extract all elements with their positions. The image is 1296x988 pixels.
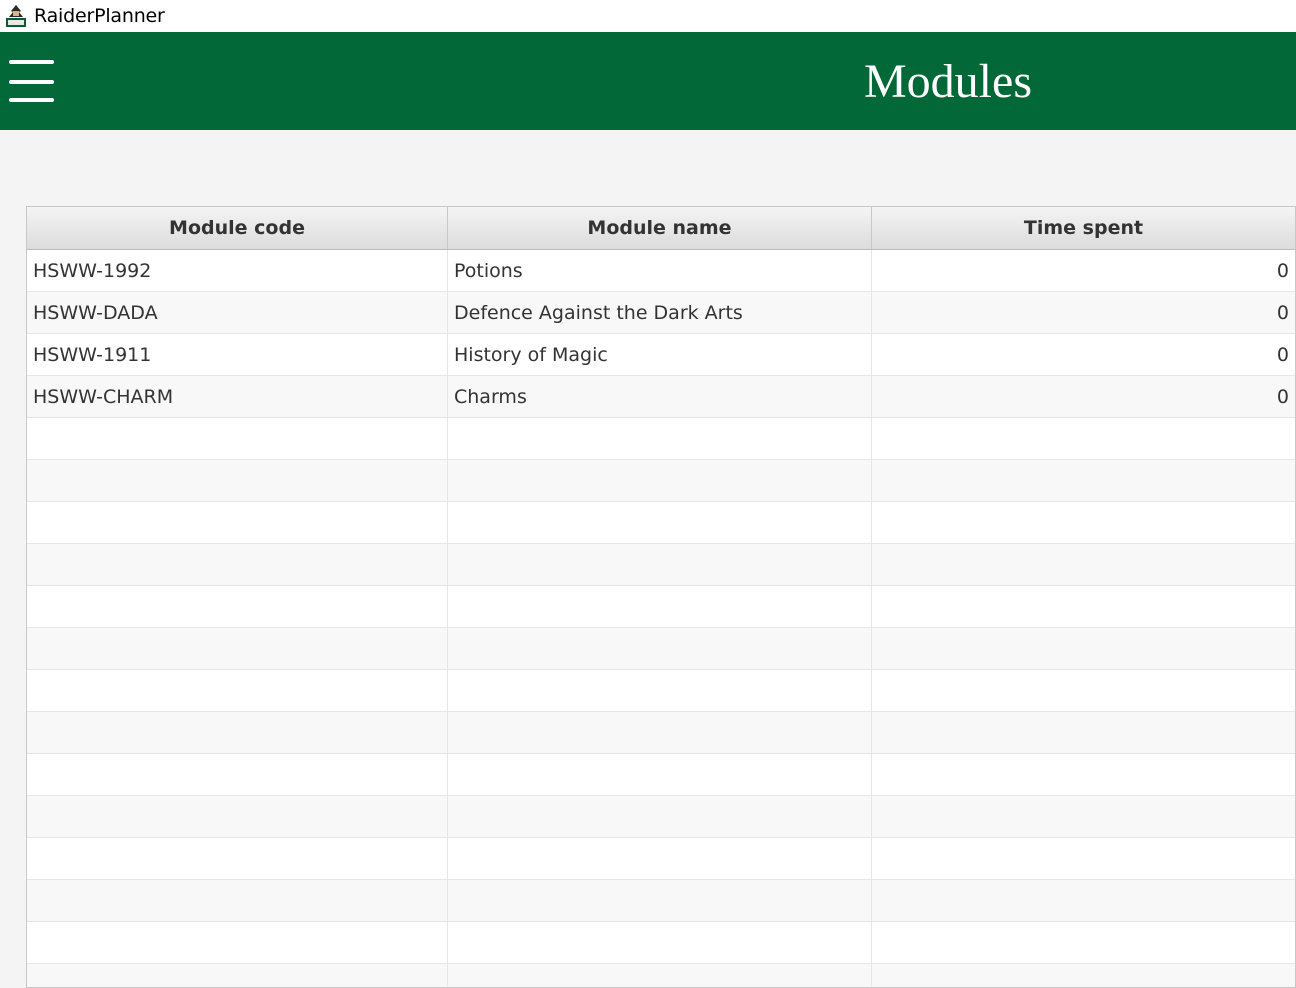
empty-cell (448, 922, 872, 963)
empty-cell (872, 544, 1295, 585)
cell-module-code: HSWW-1911 (27, 334, 448, 375)
empty-cell (27, 712, 448, 753)
cell-module-code: HSWW-DADA (27, 292, 448, 333)
empty-cell (448, 628, 872, 669)
empty-cell (448, 712, 872, 753)
empty-cell (27, 838, 448, 879)
empty-cell (872, 586, 1295, 627)
table-header: Module code Module name Time spent (27, 207, 1295, 250)
empty-cell (872, 796, 1295, 837)
table-row[interactable]: HSWW-1911 History of Magic 0 (27, 334, 1295, 376)
hamburger-menu-icon[interactable] (9, 60, 54, 104)
empty-table-row (27, 880, 1295, 922)
empty-cell (27, 460, 448, 501)
empty-cell (872, 418, 1295, 459)
empty-cell (448, 964, 872, 987)
empty-table-row (27, 544, 1295, 586)
empty-cell (448, 880, 872, 921)
column-header-time-spent[interactable]: Time spent (872, 207, 1295, 249)
empty-cell (448, 418, 872, 459)
empty-cell (27, 964, 448, 987)
raider-mascot-icon (2, 2, 30, 30)
modules-table[interactable]: Module code Module name Time spent HSWW-… (26, 206, 1296, 988)
empty-table-row (27, 754, 1295, 796)
column-header-module-name[interactable]: Module name (448, 207, 872, 249)
column-header-module-code[interactable]: Module code (27, 207, 448, 249)
cell-time-spent: 0 (1276, 385, 1289, 408)
empty-cell (27, 670, 448, 711)
empty-cell (27, 628, 448, 669)
empty-table-row (27, 838, 1295, 880)
cell-module-name: Charms (448, 376, 872, 417)
page-title: Modules (864, 55, 1032, 108)
empty-cell (872, 628, 1295, 669)
window-titlebar: RaiderPlanner (0, 0, 1296, 32)
empty-cell (448, 754, 872, 795)
empty-cell (872, 670, 1295, 711)
empty-cell (872, 502, 1295, 543)
empty-table-row (27, 586, 1295, 628)
empty-cell (27, 754, 448, 795)
empty-table-row (27, 964, 1295, 987)
cell-module-name: History of Magic (448, 334, 872, 375)
cell-time-spent: 0 (1276, 259, 1289, 282)
empty-cell (27, 880, 448, 921)
empty-cell (448, 460, 872, 501)
empty-cell (27, 586, 448, 627)
empty-cell (448, 796, 872, 837)
empty-cell (27, 544, 448, 585)
empty-table-row (27, 796, 1295, 838)
page-header: Modules (0, 32, 1296, 130)
empty-cell (872, 754, 1295, 795)
empty-table-row (27, 502, 1295, 544)
empty-cell (872, 838, 1295, 879)
empty-table-row (27, 922, 1295, 964)
empty-cell (448, 544, 872, 585)
empty-table-row (27, 418, 1295, 460)
empty-table-row (27, 460, 1295, 502)
table-row[interactable]: HSWW-DADA Defence Against the Dark Arts … (27, 292, 1295, 334)
empty-cell (872, 460, 1295, 501)
empty-cell (872, 922, 1295, 963)
empty-table-row (27, 670, 1295, 712)
cell-module-code: HSWW-1992 (27, 250, 448, 291)
empty-cell (448, 586, 872, 627)
empty-cell (872, 964, 1295, 987)
cell-module-code: HSWW-CHARM (27, 376, 448, 417)
window-title: RaiderPlanner (34, 5, 165, 27)
empty-cell (27, 502, 448, 543)
cell-module-name: Potions (448, 250, 872, 291)
empty-cell (872, 712, 1295, 753)
empty-cell (27, 796, 448, 837)
cell-module-name: Defence Against the Dark Arts (448, 292, 872, 333)
empty-cell (448, 838, 872, 879)
cell-time-spent: 0 (1276, 301, 1289, 324)
cell-time-spent: 0 (1276, 343, 1289, 366)
empty-table-row (27, 628, 1295, 670)
empty-cell (27, 922, 448, 963)
empty-cell (872, 880, 1295, 921)
empty-cell (448, 670, 872, 711)
table-row[interactable]: HSWW-CHARM Charms 0 (27, 376, 1295, 418)
table-row[interactable]: HSWW-1992 Potions 0 (27, 250, 1295, 292)
empty-table-row (27, 712, 1295, 754)
empty-cell (448, 502, 872, 543)
empty-cell (27, 418, 448, 459)
